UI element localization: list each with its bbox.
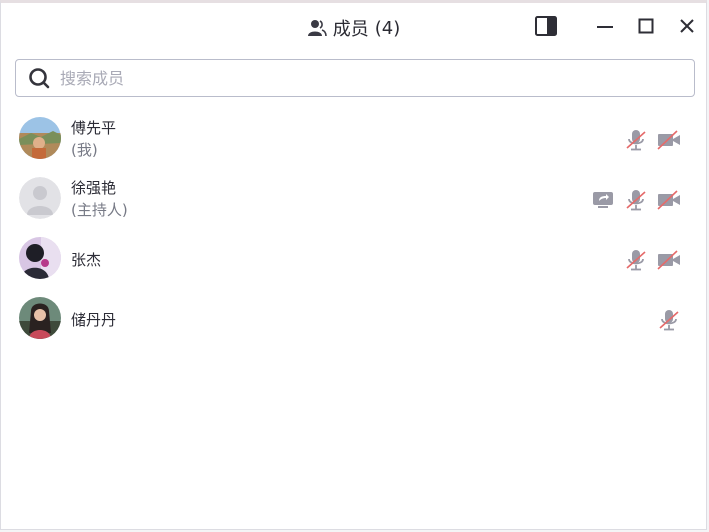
mic-muted-button[interactable] xyxy=(656,307,682,333)
camera-off-icon xyxy=(657,190,680,210)
maximize-icon xyxy=(638,18,654,34)
minimize-icon xyxy=(597,26,613,28)
sidebar-toggle-button[interactable] xyxy=(533,13,559,39)
close-button[interactable] xyxy=(674,13,700,39)
members-window: 成员 (4) 搜索成员 傅先平 (我) 徐强艳 (主持人) 张杰 储丹丹 xyxy=(0,0,707,530)
avatar xyxy=(19,237,61,279)
member-count: (4) xyxy=(374,17,401,39)
mic-muted-icon xyxy=(659,310,679,331)
member-name: 储丹丹 xyxy=(71,311,117,329)
camera-off-icon xyxy=(657,250,680,270)
screen-share-button[interactable] xyxy=(590,187,616,213)
members-icon xyxy=(307,20,327,37)
mic-muted-button[interactable] xyxy=(623,187,649,213)
member-name: 张杰 xyxy=(71,251,102,269)
mic-muted-icon xyxy=(626,190,646,211)
avatar xyxy=(19,177,61,219)
search-icon xyxy=(29,68,50,89)
camera-off-icon xyxy=(657,130,680,150)
panel-toggle-icon xyxy=(535,16,557,36)
close-icon xyxy=(680,19,694,33)
window-title-text: 成员 xyxy=(332,19,369,40)
camera-off-button[interactable] xyxy=(656,127,682,153)
mic-muted-icon xyxy=(626,250,646,271)
member-row[interactable]: 徐强艳 (主持人) xyxy=(1,169,708,229)
avatar xyxy=(19,117,61,159)
member-role: (我) xyxy=(71,141,98,159)
maximize-button[interactable] xyxy=(633,13,659,39)
screen-share-icon xyxy=(593,192,613,208)
camera-off-button[interactable] xyxy=(656,187,682,213)
mic-muted-icon xyxy=(626,130,646,151)
avatar xyxy=(19,297,61,339)
search-box[interactable] xyxy=(15,59,695,97)
member-row[interactable]: 张杰 xyxy=(1,229,708,289)
mic-muted-button[interactable] xyxy=(623,127,649,153)
member-row[interactable]: 傅先平 (我) xyxy=(1,109,708,169)
camera-off-button[interactable] xyxy=(656,247,682,273)
mic-muted-button[interactable] xyxy=(623,247,649,273)
member-name: 徐强艳 xyxy=(71,179,117,197)
member-name: 傅先平 xyxy=(71,119,117,137)
member-row[interactable]: 储丹丹 xyxy=(1,289,708,349)
title-bar: 成员 (4) xyxy=(1,3,706,51)
member-role: (主持人) xyxy=(71,201,128,219)
search-input[interactable] xyxy=(58,67,662,89)
minimize-button[interactable] xyxy=(592,13,618,39)
